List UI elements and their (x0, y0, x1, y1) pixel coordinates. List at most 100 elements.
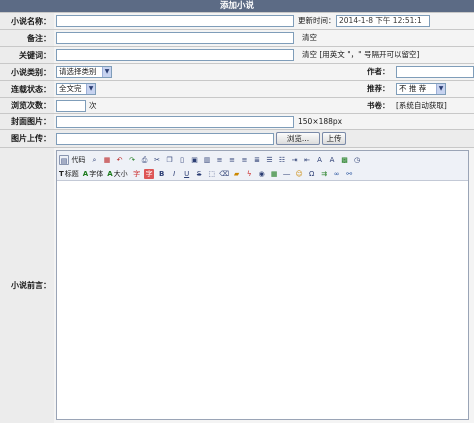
font-icon: A (82, 169, 89, 178)
preface-label: 小说前言： (0, 148, 54, 423)
redo-icon[interactable]: ↷ (127, 155, 137, 165)
category-select-value: 请选择类别 (59, 67, 97, 76)
title-icon: T (59, 169, 64, 178)
upload-file-input[interactable] (56, 133, 274, 145)
outdent-icon[interactable]: ⇤ (302, 155, 312, 165)
row-upload: 图片上传： 浏览... 上传 (0, 129, 474, 147)
row-cover: 封面图片： 150×188px (0, 113, 474, 129)
views-input[interactable] (56, 100, 86, 112)
strike-icon[interactable]: S (194, 169, 204, 179)
cover-input[interactable] (56, 116, 294, 128)
browse-button[interactable]: 浏览... (276, 132, 320, 145)
title-dropdown[interactable]: T标题 (59, 169, 79, 179)
title-dropdown-label: 标题 (64, 169, 79, 178)
ordered-list-icon[interactable]: ☰ (265, 155, 275, 165)
paste-icon[interactable]: ▯ (177, 155, 187, 165)
special-char-icon[interactable]: Ω (307, 169, 317, 179)
undo-icon[interactable]: ↶ (115, 155, 125, 165)
date-icon[interactable]: ▩ (340, 155, 350, 165)
editor-content-area[interactable] (57, 182, 468, 419)
cover-hint: 150×188px (298, 117, 343, 126)
flash-icon[interactable]: ϟ (244, 169, 254, 179)
chevron-down-icon: ▼ (436, 84, 445, 94)
hr-icon[interactable]: ― (282, 169, 292, 179)
row-category: 小说类别： 请选择类别 ▼ 作者： (0, 63, 474, 80)
toolbar-row-1: ▤ 代码 ⌕ ▦ ↶ ↷ ⎙ ✂ ❐ ▯ ▣ ▥ ≡ ≡ ≡ ≣ ☰ ☷ ⇥ ⇤… (59, 153, 365, 166)
upload-label: 图片上传： (0, 130, 54, 147)
indent-icon[interactable]: ⇥ (290, 155, 300, 165)
media-icon[interactable]: ◉ (257, 169, 267, 179)
status-select[interactable]: 全文完 ▼ (56, 83, 96, 95)
row-status: 连载状态： 全文完 ▼ 推荐： 不 推 荐 ▼ (0, 80, 474, 97)
print-icon[interactable]: ⎙ (140, 155, 150, 165)
pagebreak-icon[interactable]: ⇉ (319, 169, 329, 179)
align-center-icon[interactable]: ≡ (227, 155, 237, 165)
font-size-dropdown[interactable]: A大小 (107, 169, 127, 179)
keywords-input[interactable] (56, 49, 294, 61)
shelf-value: [系统自动获取] (396, 101, 447, 110)
category-label: 小说类别： (0, 64, 54, 80)
views-unit: 次 (89, 101, 97, 110)
upload-button[interactable]: 上传 (322, 132, 346, 145)
font-size-dropdown-label: 大小 (113, 169, 128, 178)
italic-icon[interactable]: I (169, 169, 179, 179)
remove-format-icon[interactable]: ⌫ (219, 169, 229, 179)
select-all-icon[interactable]: ⬚ (207, 169, 217, 179)
code-icon[interactable]: ▤ (59, 154, 69, 165)
text-color-icon[interactable]: 字 (132, 169, 142, 179)
font-dropdown[interactable]: A字体 (83, 169, 103, 179)
subscript-icon[interactable]: A (315, 155, 325, 165)
status-select-value: 全文完 (59, 84, 82, 93)
toolbar-row-2: T标题 A字体 A大小 字 字 B I U S ⬚ ⌫ ▰ ϟ ◉ ▦ ― ☺ … (59, 167, 357, 180)
align-left-icon[interactable]: ≡ (215, 155, 225, 165)
author-input[interactable] (396, 66, 474, 78)
remark-clear-link[interactable]: 清空 (302, 32, 317, 44)
recommend-select-value: 不 推 荐 (399, 84, 427, 93)
bold-icon[interactable]: B (157, 169, 167, 179)
keywords-label: 关键词： (0, 47, 54, 63)
table-icon[interactable]: ▦ (269, 169, 279, 179)
author-label: 作者： (367, 67, 390, 76)
keywords-hint: 清空 [用英文 "，" 号隔开可以留空] (302, 50, 420, 59)
paste-text-icon[interactable]: ▣ (190, 155, 200, 165)
unordered-list-icon[interactable]: ☷ (277, 155, 287, 165)
remark-label: 备注： (0, 30, 54, 46)
bg-color-icon[interactable]: 字 (144, 168, 155, 179)
row-keywords: 关键词： 清空 [用英文 "，" 号隔开可以留空] (0, 46, 474, 63)
rich-text-editor: ▤ 代码 ⌕ ▦ ↶ ↷ ⎙ ✂ ❐ ▯ ▣ ▥ ≡ ≡ ≡ ≣ ☰ ☷ ⇥ ⇤… (56, 150, 469, 420)
row-remark: 备注： 清空 (0, 29, 474, 46)
image-icon[interactable]: ▰ (232, 169, 242, 179)
emoticon-icon[interactable]: ☺ (294, 169, 304, 179)
grid-icon[interactable]: ▦ (102, 155, 112, 165)
page-header: 添加小说 (0, 0, 474, 12)
copy-icon[interactable]: ❐ (165, 155, 175, 165)
align-justify-icon[interactable]: ≣ (252, 155, 262, 165)
unlink-icon[interactable]: ⚯ (344, 169, 354, 179)
recommend-label: 推荐： (367, 84, 390, 93)
superscript-icon[interactable]: A (327, 155, 337, 165)
remark-input[interactable] (56, 32, 294, 44)
search-icon[interactable]: ⌕ (90, 155, 100, 165)
category-select[interactable]: 请选择类别 ▼ (56, 66, 112, 78)
font-dropdown-label: 字体 (89, 169, 104, 178)
align-right-icon[interactable]: ≡ (240, 155, 250, 165)
cover-label: 封面图片： (0, 114, 54, 129)
title-label: 小说名称： (0, 13, 54, 29)
recommend-select[interactable]: 不 推 荐 ▼ (396, 83, 446, 95)
title-input[interactable] (56, 15, 294, 27)
row-title: 小说名称： 更新时间： 2014-1-8 下午 12:51:1 (0, 12, 474, 29)
link-icon[interactable]: ∞ (332, 169, 342, 179)
underline-icon[interactable]: U (182, 169, 192, 179)
time-icon[interactable]: ◷ (352, 155, 362, 165)
code-label[interactable]: 代码 (72, 155, 86, 165)
update-time-label: 更新时间： (298, 16, 336, 25)
chevron-down-icon: ▼ (86, 84, 95, 94)
paste-word-icon[interactable]: ▥ (202, 155, 212, 165)
update-time-input[interactable]: 2014-1-8 下午 12:51:1 (336, 15, 430, 27)
views-label: 浏览次数： (0, 98, 54, 113)
shelf-label: 书卷： (367, 101, 390, 110)
row-views: 浏览次数： 次 书卷： [系统自动获取] (0, 97, 474, 113)
editor-toolbar: ▤ 代码 ⌕ ▦ ↶ ↷ ⎙ ✂ ❐ ▯ ▣ ▥ ≡ ≡ ≡ ≣ ☰ ☷ ⇥ ⇤… (57, 151, 468, 181)
chevron-down-icon: ▼ (102, 67, 111, 77)
cut-icon[interactable]: ✂ (152, 155, 162, 165)
